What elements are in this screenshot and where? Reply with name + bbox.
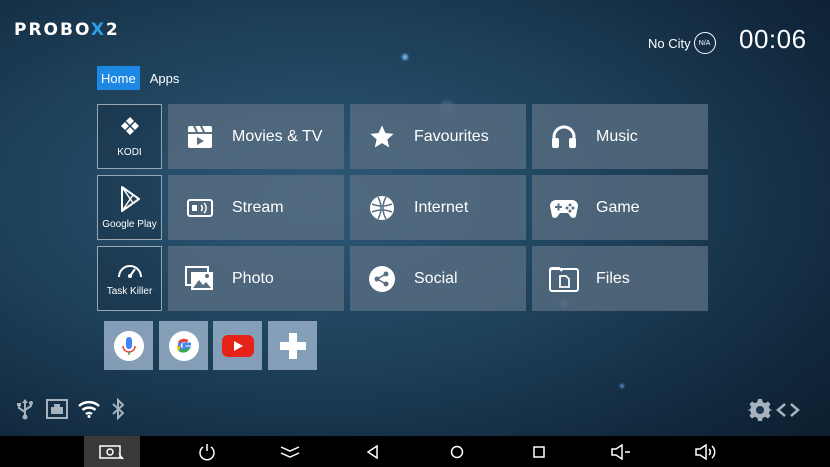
app-tile-label: Google Play (102, 219, 157, 230)
app-tile-label: KODI (117, 147, 142, 158)
power-button[interactable] (182, 436, 232, 467)
app-tile-label: Task Killer (106, 286, 153, 297)
microphone-icon (113, 330, 144, 361)
background-bokeh (620, 384, 624, 388)
google-play-icon (120, 186, 140, 212)
tile-movies-tv[interactable]: Movies & TV (168, 104, 344, 169)
tab-bar: Home Apps (97, 66, 183, 90)
ethernet-icon (46, 399, 68, 419)
volume-down-button[interactable] (596, 436, 646, 467)
weather-badge: N/A (693, 32, 716, 54)
add-icon (279, 332, 306, 359)
tile-files[interactable]: Files (532, 246, 708, 311)
volume-up-icon (695, 443, 716, 460)
app-tile-kodi[interactable]: KODI (97, 104, 162, 169)
clock: 00:06 (739, 24, 807, 54)
headphones-icon (532, 124, 596, 150)
usb-icon (17, 399, 33, 420)
tile-label: Movies & TV (232, 127, 323, 145)
shortcut-google[interactable] (159, 321, 208, 370)
globe-icon (350, 194, 414, 222)
tile-label: Game (596, 198, 640, 216)
brand-logo-suffix: 2 (105, 20, 120, 40)
back-icon (366, 444, 378, 459)
tile-favourites[interactable]: Favourites (350, 104, 526, 169)
screenshot-button[interactable] (84, 436, 140, 467)
home-button[interactable] (432, 436, 482, 467)
tile-music[interactable]: Music (532, 104, 708, 169)
tile-label: Files (596, 269, 630, 287)
tab-home[interactable]: Home (97, 66, 140, 90)
tile-label: Stream (232, 198, 284, 216)
weather-widget[interactable]: No City N/A (648, 32, 716, 54)
home-icon (450, 445, 464, 458)
tile-label: Photo (232, 269, 274, 287)
weather-city: No City (648, 35, 691, 51)
tile-internet[interactable]: Internet (350, 175, 526, 240)
collapse-icon (280, 445, 300, 458)
brand-logo-prefix: PROBO (14, 20, 91, 40)
system-navigation-bar (0, 436, 830, 467)
tab-apps[interactable]: Apps (146, 66, 184, 90)
shortcut-voice-search[interactable] (104, 321, 153, 370)
cast-icon (168, 198, 232, 218)
tile-label: Favourites (414, 127, 489, 145)
tile-social[interactable]: Social (350, 246, 526, 311)
volume-down-icon (611, 443, 630, 460)
background-bokeh (402, 54, 408, 60)
tile-label: Social (414, 269, 458, 287)
google-icon (168, 330, 199, 361)
recents-button[interactable] (514, 436, 564, 467)
tile-photo[interactable]: Photo (168, 246, 344, 311)
clapperboard-icon (168, 124, 232, 150)
shortcut-youtube[interactable] (213, 321, 262, 370)
shortcut-add[interactable] (268, 321, 317, 370)
tile-stream[interactable]: Stream (168, 175, 344, 240)
back-button[interactable] (348, 436, 398, 467)
power-icon (199, 443, 215, 460)
share-icon (350, 265, 414, 293)
kodi-icon (120, 117, 139, 135)
app-tile-task-killer[interactable]: Task Killer (97, 246, 162, 311)
screenshot-icon (99, 444, 124, 459)
status-bar (14, 398, 126, 420)
brand-logo: PROBOX2 (14, 20, 120, 40)
tile-label: Internet (414, 198, 469, 216)
app-tile-google-play[interactable]: Google Play (97, 175, 162, 240)
gamepad-icon (532, 197, 596, 219)
volume-up-button[interactable] (681, 436, 731, 467)
file-icon (532, 266, 596, 292)
recents-icon (533, 445, 545, 458)
bluetooth-icon (112, 398, 125, 420)
collapse-button[interactable] (265, 436, 315, 467)
wifi-icon (78, 401, 100, 418)
settings-area (748, 398, 800, 422)
youtube-icon (221, 334, 254, 357)
tile-label: Music (596, 127, 638, 145)
star-icon (350, 123, 414, 151)
code-arrows-icon[interactable] (776, 402, 800, 418)
speedometer-icon (117, 265, 142, 278)
brand-logo-x: X (90, 20, 106, 40)
tile-game[interactable]: Game (532, 175, 708, 240)
gear-icon[interactable] (748, 398, 772, 422)
photos-icon (168, 265, 232, 292)
